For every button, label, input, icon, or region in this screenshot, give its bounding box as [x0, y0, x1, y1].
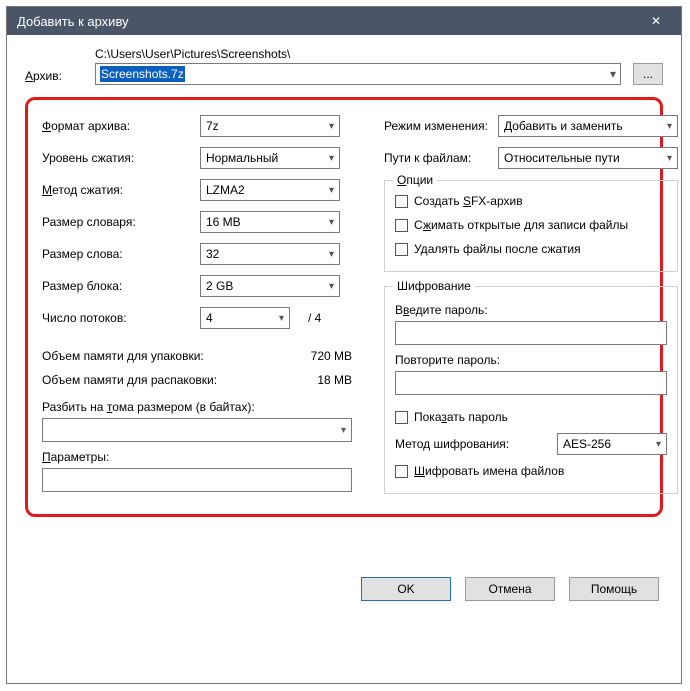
sfx-checkbox[interactable]: [395, 195, 408, 208]
word-label: Размер слова:: [42, 247, 200, 261]
encryption-legend: Шифрование: [393, 279, 475, 293]
method-label: Метод сжатия:: [42, 183, 200, 197]
chevron-down-icon: ▾: [667, 121, 672, 132]
archive-path: C:\Users\User\Pictures\Screenshots\: [95, 47, 663, 61]
archive-label: Архив:: [25, 69, 85, 85]
word-combo[interactable]: 32 ▾: [200, 243, 340, 265]
archive-filename-combo[interactable]: Screenshots.7z ▾: [95, 63, 621, 85]
cancel-button[interactable]: Отмена: [465, 577, 555, 601]
block-combo[interactable]: 2 GB ▾: [200, 275, 340, 297]
threads-combo[interactable]: 4 ▾: [200, 307, 290, 329]
options-legend: Опции: [393, 173, 437, 187]
chevron-down-icon: ▾: [656, 439, 661, 450]
chevron-down-icon: ▾: [329, 185, 334, 196]
mode-combo[interactable]: Добавить и заменить ▾: [498, 115, 678, 137]
pass2-input[interactable]: [395, 371, 667, 395]
chevron-down-icon: ▾: [667, 153, 672, 164]
threads-total: / 4: [308, 311, 321, 325]
browse-button[interactable]: ...: [633, 63, 663, 85]
ok-button[interactable]: OK: [361, 577, 451, 601]
mem-unpack-label: Объем памяти для распаковки:: [42, 373, 317, 387]
dict-combo[interactable]: 16 MB ▾: [200, 211, 340, 233]
level-label: Уровень сжатия:: [42, 151, 200, 165]
chevron-down-icon: ▾: [329, 121, 334, 132]
archive-filename-value: Screenshots.7z: [100, 66, 185, 82]
dict-label: Размер словаря:: [42, 215, 200, 229]
params-input[interactable]: [42, 468, 352, 492]
close-button[interactable]: ✕: [641, 7, 671, 35]
params-label: Параметры:: [42, 450, 352, 464]
mem-unpack-value: 18 MB: [317, 373, 352, 387]
chevron-down-icon: ▾: [329, 249, 334, 260]
threads-label: Число потоков:: [42, 311, 200, 325]
chevron-down-icon: ▾: [329, 217, 334, 228]
chevron-down-icon: ▾: [279, 313, 284, 324]
show-pass-label: Показать пароль: [414, 410, 508, 424]
pass1-label: Введите пароль:: [395, 303, 667, 317]
options-group: Опции Создать SFX-архив Сжимать открытые…: [384, 180, 678, 272]
mem-pack-label: Объем памяти для упаковки:: [42, 349, 311, 363]
chevron-down-icon: ▾: [610, 67, 616, 81]
settings-area: Формат архива: 7z ▾ Уровень сжатия: Норм…: [25, 97, 663, 517]
delete-after-checkbox[interactable]: [395, 243, 408, 256]
enc-method-label: Метод шифрования:: [395, 437, 557, 451]
compress-open-checkbox[interactable]: [395, 219, 408, 232]
enc-method-combo[interactable]: AES-256 ▾: [557, 433, 667, 455]
block-label: Размер блока:: [42, 279, 200, 293]
format-label: Формат архива:: [42, 119, 200, 133]
paths-label: Пути к файлам:: [384, 151, 498, 165]
chevron-down-icon: ▾: [341, 425, 346, 436]
titlebar: Добавить к архиву ✕: [7, 7, 681, 35]
delete-after-label: Удалять файлы после сжатия: [414, 242, 581, 256]
chevron-down-icon: ▾: [329, 153, 334, 164]
show-pass-checkbox[interactable]: [395, 411, 408, 424]
close-icon: ✕: [651, 14, 661, 28]
pass1-input[interactable]: [395, 321, 667, 345]
help-button[interactable]: Помощь: [569, 577, 659, 601]
dialog-window: Добавить к архиву ✕ Архив: C:\Users\User…: [6, 6, 682, 684]
level-combo[interactable]: Нормальный ▾: [200, 147, 340, 169]
method-combo[interactable]: LZMA2 ▾: [200, 179, 340, 201]
format-combo[interactable]: 7z ▾: [200, 115, 340, 137]
encryption-group: Шифрование Введите пароль: Повторите пар…: [384, 286, 678, 494]
compress-open-label: Сжимать открытые для записи файлы: [414, 218, 628, 232]
paths-combo[interactable]: Относительные пути ▾: [498, 147, 678, 169]
pass2-label: Повторите пароль:: [395, 353, 667, 367]
mem-pack-value: 720 MB: [311, 349, 352, 363]
split-label: Разбить на тома размером (в байтах):: [42, 400, 352, 414]
window-title: Добавить к архиву: [17, 14, 641, 29]
enc-names-checkbox[interactable]: [395, 465, 408, 478]
enc-names-label: Шифровать имена файлов: [414, 464, 564, 478]
mode-label: Режим изменения:: [384, 119, 498, 133]
sfx-label: Создать SFX-архив: [414, 194, 523, 208]
chevron-down-icon: ▾: [329, 281, 334, 292]
split-combo[interactable]: ▾: [42, 418, 352, 442]
